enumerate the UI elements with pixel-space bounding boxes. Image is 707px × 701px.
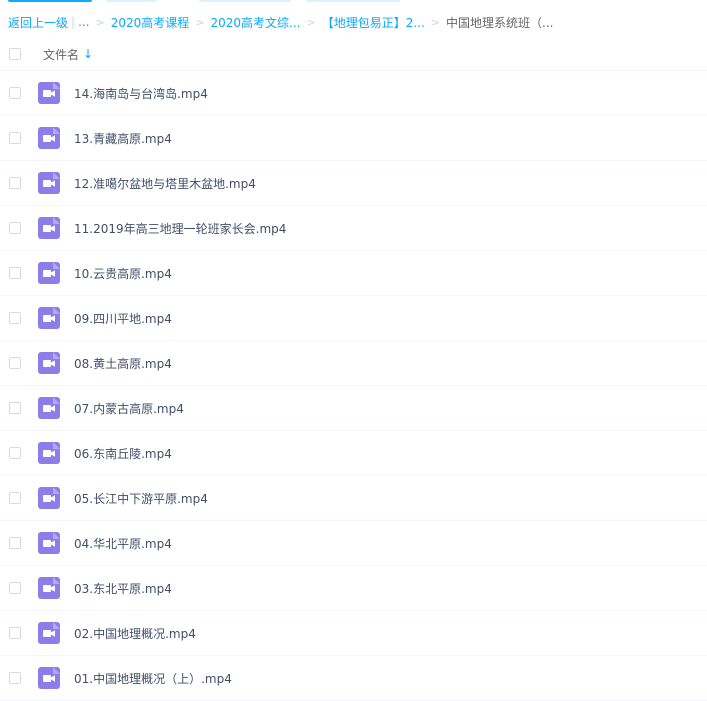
- file-checkbox[interactable]: [9, 222, 21, 234]
- breadcrumb-item-1[interactable]: 2020高考课程: [111, 14, 190, 31]
- breadcrumb-item-2[interactable]: 2020高考文综...: [211, 14, 301, 31]
- video-file-icon: [38, 217, 60, 239]
- chevron-right-icon: >: [306, 15, 316, 29]
- file-name[interactable]: 08.黄土高原.mp4: [74, 355, 172, 372]
- file-row[interactable]: 07.内蒙古高原.mp4: [0, 386, 707, 431]
- video-file-icon: [38, 442, 60, 464]
- file-name[interactable]: 09.四川平地.mp4: [74, 310, 172, 327]
- breadcrumb-current: 中国地理系统班（...: [446, 15, 554, 30]
- file-name[interactable]: 12.准噶尔盆地与塔里木盆地.mp4: [74, 175, 256, 192]
- file-checkbox[interactable]: [9, 582, 21, 594]
- video-file-icon: [38, 127, 60, 149]
- breadcrumb: 返回上一级 | ... > 2020高考课程 > 2020高考文综... > 【…: [8, 12, 553, 32]
- video-file-icon: [38, 532, 60, 554]
- file-name[interactable]: 06.东南丘陵.mp4: [74, 445, 172, 462]
- file-name[interactable]: 01.中国地理概况（上）.mp4: [74, 670, 232, 687]
- file-checkbox[interactable]: [9, 132, 21, 144]
- file-checkbox[interactable]: [9, 447, 21, 459]
- file-row[interactable]: 12.准噶尔盆地与塔里木盆地.mp4: [0, 161, 707, 206]
- breadcrumb-ellipsis-link[interactable]: ...: [78, 15, 89, 29]
- file-checkbox[interactable]: [9, 492, 21, 504]
- video-file-icon: [38, 487, 60, 509]
- file-list: 14.海南岛与台湾岛.mp4 13.青藏高原.mp4 12.准噶尔盆地与塔里木盆…: [0, 71, 707, 701]
- file-row[interactable]: 06.东南丘陵.mp4: [0, 431, 707, 476]
- file-row[interactable]: 05.长江中下游平原.mp4: [0, 476, 707, 521]
- toolbar-button-edge[interactable]: [106, 0, 156, 2]
- file-checkbox[interactable]: [9, 87, 21, 99]
- file-row[interactable]: 11.2019年高三地理一轮班家长会.mp4: [0, 206, 707, 251]
- file-name[interactable]: 14.海南岛与台湾岛.mp4: [74, 85, 208, 102]
- sort-down-arrow-icon[interactable]: ↓: [83, 47, 93, 61]
- file-checkbox[interactable]: [9, 537, 21, 549]
- file-checkbox[interactable]: [9, 357, 21, 369]
- column-filename-header[interactable]: 文件名: [43, 46, 79, 63]
- breadcrumb-pipe: |: [71, 15, 76, 29]
- toolbar-button-edge[interactable]: [199, 0, 291, 2]
- file-name[interactable]: 03.东北平原.mp4: [74, 580, 172, 597]
- file-row[interactable]: 02.中国地理概况.mp4: [0, 611, 707, 656]
- video-file-icon: [38, 352, 60, 374]
- video-file-icon: [38, 82, 60, 104]
- file-name[interactable]: 05.长江中下游平原.mp4: [74, 490, 208, 507]
- file-row[interactable]: 08.黄土高原.mp4: [0, 341, 707, 386]
- file-row[interactable]: 09.四川平地.mp4: [0, 296, 707, 341]
- breadcrumb-item-3[interactable]: 【地理包易正】2...: [322, 14, 425, 31]
- file-checkbox[interactable]: [9, 267, 21, 279]
- file-name[interactable]: 10.云贵高原.mp4: [74, 265, 172, 282]
- file-checkbox[interactable]: [9, 672, 21, 684]
- file-name[interactable]: 07.内蒙古高原.mp4: [74, 400, 184, 417]
- video-file-icon: [38, 577, 60, 599]
- file-row[interactable]: 01.中国地理概况（上）.mp4: [0, 656, 707, 701]
- breadcrumb-back-link[interactable]: 返回上一级: [8, 14, 68, 31]
- file-checkbox[interactable]: [9, 177, 21, 189]
- file-row[interactable]: 03.东北平原.mp4: [0, 566, 707, 611]
- toolbar-buttons-edge: [0, 0, 707, 4]
- file-row[interactable]: 04.华北平原.mp4: [0, 521, 707, 566]
- video-file-icon: [38, 397, 60, 419]
- file-name[interactable]: 02.中国地理概况.mp4: [74, 625, 196, 642]
- chevron-right-icon: >: [195, 15, 205, 29]
- video-file-icon: [38, 172, 60, 194]
- file-row[interactable]: 10.云贵高原.mp4: [0, 251, 707, 296]
- video-file-icon: [38, 307, 60, 329]
- upload-button-edge[interactable]: [8, 0, 92, 2]
- video-file-icon: [38, 622, 60, 644]
- file-checkbox[interactable]: [9, 312, 21, 324]
- file-name[interactable]: 11.2019年高三地理一轮班家长会.mp4: [74, 220, 286, 237]
- file-name[interactable]: 04.华北平原.mp4: [74, 535, 172, 552]
- file-list-header: 文件名 ↓: [0, 38, 707, 71]
- select-all-checkbox[interactable]: [9, 48, 21, 60]
- video-file-icon: [38, 262, 60, 284]
- file-row[interactable]: 14.海南岛与台湾岛.mp4: [0, 71, 707, 116]
- file-checkbox[interactable]: [9, 402, 21, 414]
- file-row[interactable]: 13.青藏高原.mp4: [0, 116, 707, 161]
- chevron-right-icon: >: [430, 15, 441, 29]
- video-file-icon: [38, 667, 60, 689]
- file-checkbox[interactable]: [9, 627, 21, 639]
- chevron-right-icon: >: [95, 15, 105, 29]
- file-name[interactable]: 13.青藏高原.mp4: [74, 130, 172, 147]
- toolbar-button-edge[interactable]: [306, 0, 400, 2]
